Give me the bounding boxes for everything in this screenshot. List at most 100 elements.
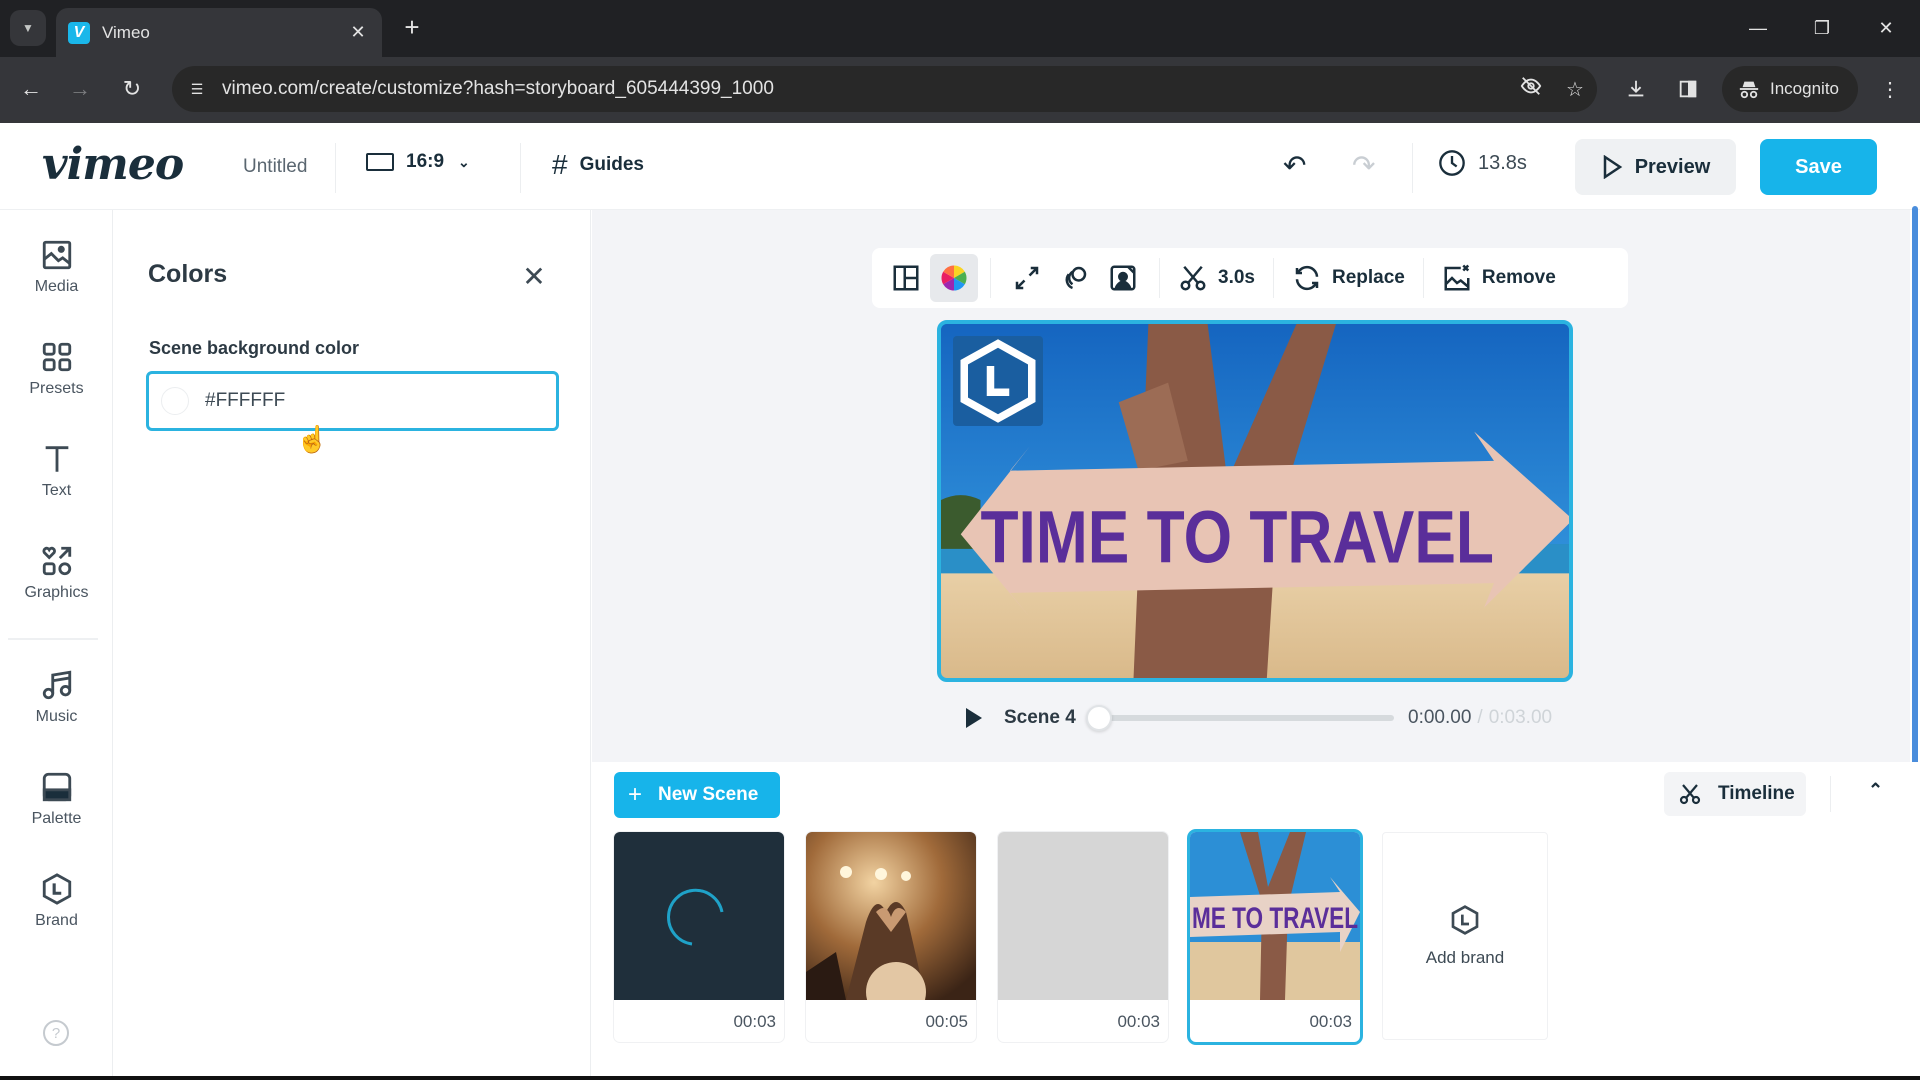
storyboard: + New Scene Timeline ⌃ 00:03 00:05 00:03…: [592, 762, 1920, 1076]
graphics-icon: [41, 546, 71, 576]
scene-thumbnail: [614, 832, 784, 1000]
toolbar-divider: [1272, 258, 1274, 298]
add-brand-label: Add brand: [1425, 948, 1505, 967]
chevron-up-icon[interactable]: ⌃: [1868, 780, 1883, 801]
travel-sign-image: ME TO TRAVEL: [1190, 832, 1360, 1000]
download-icon[interactable]: [1618, 71, 1654, 107]
reload-icon: ↻: [122, 76, 142, 101]
scene-background-color-field[interactable]: [146, 371, 559, 431]
redo-button[interactable]: ↷: [1352, 149, 1375, 182]
arrow-right-icon: →: [69, 76, 91, 101]
timeline-button[interactable]: Timeline: [1664, 772, 1806, 816]
rail-item-media[interactable]: Media: [0, 238, 113, 318]
focus-button[interactable]: [1099, 254, 1147, 302]
scissors-icon: [1180, 265, 1206, 291]
rail-item-text[interactable]: Text: [0, 442, 113, 522]
browser-menu-icon[interactable]: ⋮: [1872, 71, 1908, 107]
rail-item-palette[interactable]: Palette: [0, 770, 113, 850]
play-button[interactable]: [960, 704, 988, 732]
color-swatch[interactable]: [161, 387, 189, 415]
layout-button[interactable]: [882, 254, 930, 302]
url-text[interactable]: vimeo.com/create/customize?hash=storyboa…: [222, 78, 1509, 100]
image-icon: [42, 240, 71, 270]
forward-button[interactable]: →: [62, 71, 98, 107]
site-settings-icon[interactable]: ☰: [182, 74, 212, 104]
preview-stage: 3.0s Replace Remove TIME TO TRAVEL Scene…: [592, 210, 1910, 762]
brand-icon: [42, 873, 71, 905]
plus-icon: +: [628, 781, 643, 808]
scene-thumbnail: [806, 832, 976, 1000]
guides-button[interactable]: # Guides: [552, 149, 644, 181]
vimeo-logo[interactable]: vimeo: [42, 139, 184, 190]
scene-card[interactable]: 00:03: [998, 832, 1168, 1042]
remove-button[interactable]: Remove: [1436, 254, 1562, 302]
header-divider: [1412, 143, 1413, 193]
layout-icon: [893, 265, 919, 291]
side-panel-icon[interactable]: [1670, 71, 1706, 107]
text-icon: [45, 446, 68, 472]
undo-button[interactable]: ↶: [1283, 149, 1306, 182]
duration-value: 13.8s: [1478, 151, 1527, 174]
scene-label: Scene 4: [1004, 707, 1076, 728]
scene-card[interactable]: 00:03: [614, 832, 784, 1042]
concert-image: [806, 832, 976, 1000]
scene-card-selected[interactable]: ME TO TRAVEL 00:03: [1190, 832, 1360, 1042]
color-wheel-icon: [941, 265, 967, 291]
timeline-label: Timeline: [1718, 783, 1795, 804]
preview-button[interactable]: Preview: [1575, 139, 1736, 195]
toolbar-divider: [990, 258, 991, 298]
add-brand-card[interactable]: Add brand: [1382, 832, 1548, 1040]
rail-label: Presets: [29, 380, 84, 397]
brand-icon: [960, 339, 1036, 423]
new-tab-button[interactable]: +: [396, 12, 428, 43]
brand-icon: [1451, 905, 1479, 935]
color-hex-input[interactable]: [205, 390, 505, 412]
trim-button[interactable]: 3.0s: [1172, 254, 1261, 302]
tab-search-button[interactable]: ▼: [10, 10, 46, 46]
total-time: 0:03.00: [1488, 707, 1553, 728]
save-button[interactable]: Save: [1760, 139, 1877, 195]
rail-item-music[interactable]: Music: [0, 668, 113, 748]
aspect-ratio-dropdown[interactable]: 16:9 ⌄: [366, 151, 470, 173]
replace-button[interactable]: Replace: [1286, 254, 1411, 302]
eye-off-icon[interactable]: [1509, 75, 1553, 103]
incognito-label: Incognito: [1770, 79, 1839, 98]
colors-panel: Colors ✕ Scene background color: [113, 210, 591, 1076]
incognito-badge[interactable]: Incognito: [1722, 66, 1858, 112]
back-button[interactable]: ←: [13, 71, 49, 107]
browser-tab[interactable]: V Vimeo ✕: [56, 8, 382, 57]
new-scene-label: New Scene: [658, 784, 759, 805]
help-icon[interactable]: ?: [43, 1020, 69, 1046]
time-separator: /: [1477, 707, 1483, 728]
reload-button[interactable]: ↻: [114, 71, 150, 107]
scene-thumbnail: ME TO TRAVEL: [1190, 832, 1360, 1000]
window-close-icon[interactable]: ✕: [1866, 10, 1906, 46]
effects-button[interactable]: [1051, 254, 1099, 302]
scrubber-track[interactable]: [1086, 705, 1394, 731]
scene-card[interactable]: 00:05: [806, 832, 976, 1042]
guides-label: Guides: [579, 154, 644, 175]
grid-hash-icon: #: [552, 149, 568, 180]
fullscreen-button[interactable]: [1003, 254, 1051, 302]
minimize-icon[interactable]: —: [1738, 10, 1778, 46]
bookmark-star-icon[interactable]: ☆: [1553, 77, 1597, 102]
scene-preview[interactable]: TIME TO TRAVEL: [937, 320, 1573, 682]
scene-thumbnail: [998, 832, 1168, 1000]
close-icon[interactable]: ✕: [519, 260, 549, 293]
document-title[interactable]: Untitled: [243, 156, 307, 178]
rail-item-graphics[interactable]: Graphics: [0, 544, 113, 624]
tab-close-icon[interactable]: ✕: [346, 22, 370, 43]
scene-background-color-label: Scene background color: [149, 338, 360, 358]
refresh-icon: [1295, 265, 1319, 291]
scene-duration: 00:03: [733, 1012, 776, 1031]
omnibox[interactable]: ☰ vimeo.com/create/customize?hash=storyb…: [172, 66, 1597, 112]
brand-logo-placeholder[interactable]: [953, 336, 1043, 426]
restore-icon[interactable]: ❐: [1802, 10, 1842, 46]
rail-item-presets[interactable]: Presets: [0, 340, 113, 420]
header-divider: [335, 143, 336, 193]
color-button[interactable]: [930, 254, 978, 302]
scrubber-handle[interactable]: [1086, 705, 1112, 731]
rail-item-brand[interactable]: Brand: [0, 872, 113, 952]
rail-label: Text: [41, 482, 72, 499]
new-scene-button[interactable]: + New Scene: [614, 772, 780, 818]
